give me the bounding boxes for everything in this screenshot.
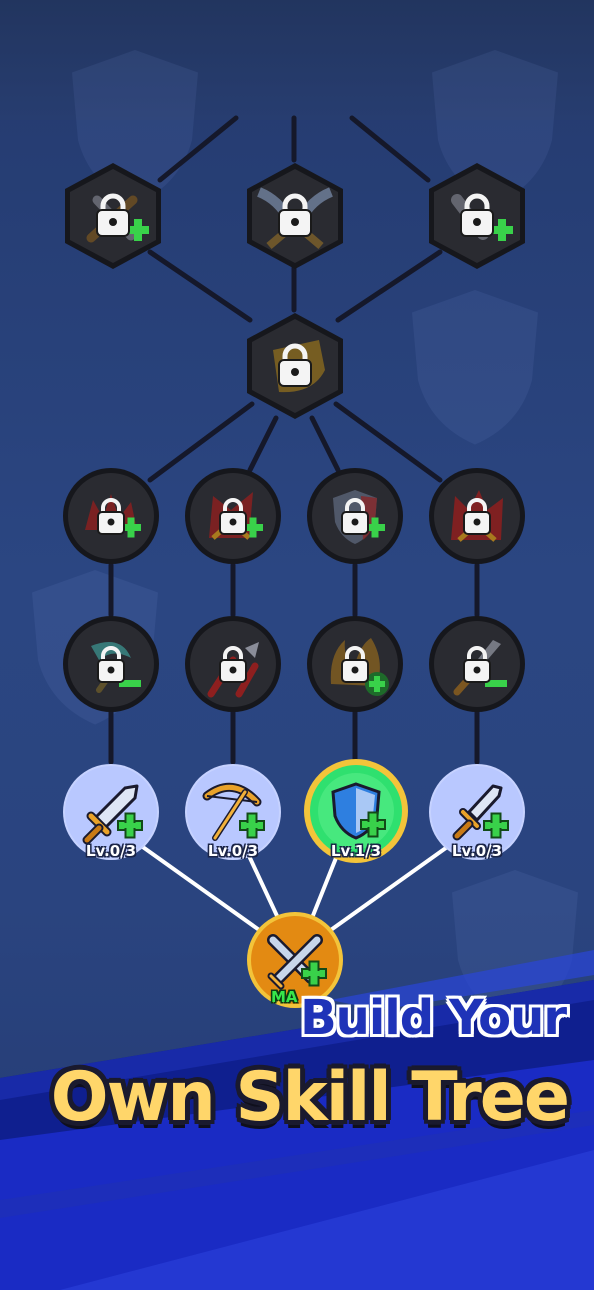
headline-line2: Own Skill Tree: [50, 1058, 570, 1137]
headline-line1: Build Your: [300, 990, 567, 1046]
game-screen: Lv.0/3 Lv.0/3 Lv.1/3 Lv.0/3 MA Build You…: [0, 0, 594, 1290]
